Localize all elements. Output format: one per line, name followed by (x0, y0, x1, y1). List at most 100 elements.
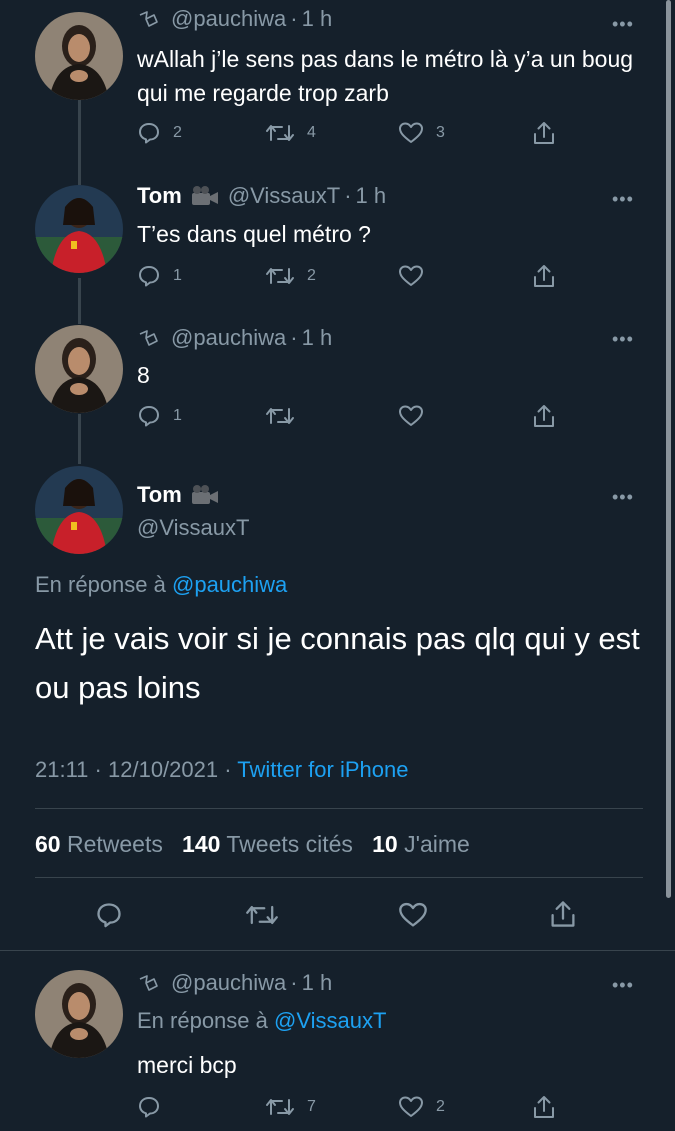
tweet-text: merci bcp (137, 1052, 237, 1078)
timestamp[interactable]: 1 h (302, 6, 333, 32)
more-options-icon[interactable]: ••• (612, 329, 634, 350)
tweet-header: @pauchiwa · 1 h (137, 6, 332, 32)
tweet-timestamp-row: 21:11 · 12/10/2021 · Twitter for iPhone (35, 757, 409, 782)
share-icon (534, 405, 554, 427)
reply-button[interactable]: 1 (137, 404, 182, 428)
like-count: 2 (436, 1098, 445, 1115)
reply-button[interactable]: 1 (137, 264, 182, 288)
lock-icon (137, 328, 161, 348)
retweet-count: 2 (307, 267, 316, 284)
avatar[interactable] (35, 185, 123, 273)
avatar[interactable] (35, 466, 123, 554)
handle[interactable]: @VissauxT (228, 183, 340, 209)
like-button[interactable]: 3 (398, 121, 445, 145)
avatar[interactable] (35, 325, 123, 413)
quotes-stat[interactable]: 140 Tweets cités (182, 831, 353, 857)
retweet-button[interactable]: 2 (265, 264, 316, 288)
avatar[interactable] (35, 970, 123, 1058)
lock-icon (137, 973, 161, 993)
timestamp[interactable]: 1 h (302, 970, 333, 996)
like-button[interactable]: 2 (398, 1095, 445, 1119)
more-options-icon[interactable]: ••• (612, 14, 634, 35)
share-button[interactable] (532, 1094, 556, 1120)
more-options-icon[interactable]: ••• (612, 189, 634, 210)
retweet-icon (266, 125, 294, 141)
tweet-text: 8 (137, 362, 150, 388)
engagement-stats: 60 Retweets 140 Tweets cités 10 J'aime (35, 831, 470, 858)
handle[interactable]: @pauchiwa (171, 970, 286, 996)
divider (35, 808, 643, 809)
heart-icon (399, 122, 423, 143)
tweet-date: 12/10/2021 (108, 757, 219, 782)
lock-icon (137, 9, 161, 29)
share-icon (534, 122, 554, 144)
tweet-text: wAllah j’le sens pas dans le métro là y’… (137, 46, 634, 106)
reply-prefix: En réponse à (137, 1008, 268, 1033)
timestamp[interactable]: 1 h (302, 325, 333, 351)
handle[interactable]: @pauchiwa (171, 325, 286, 351)
more-options-icon[interactable]: ••• (612, 487, 634, 508)
reply-icon (97, 903, 121, 928)
display-name[interactable]: Tom (137, 482, 182, 508)
scrollbar[interactable] (666, 0, 671, 898)
author-name-row: Tom (137, 482, 228, 508)
display-name[interactable]: Tom (137, 183, 182, 209)
retweet-button[interactable]: 7 (265, 1095, 316, 1119)
author-handle[interactable]: @VissauxT (137, 515, 249, 541)
tweet-text: T’es dans quel métro ? (137, 221, 371, 247)
share-icon (534, 265, 554, 287)
share-button[interactable] (532, 263, 556, 289)
retweet-icon (266, 1099, 294, 1115)
retweet-button[interactable]: 4 (265, 121, 316, 145)
heart-icon (399, 405, 423, 426)
reply-to-link[interactable]: @VissauxT (274, 1008, 386, 1033)
thread-line (78, 414, 81, 464)
like-button[interactable] (398, 264, 436, 288)
reply-icon (139, 406, 159, 427)
share-icon (534, 1096, 554, 1118)
retweets-stat[interactable]: 60 Retweets (35, 831, 163, 857)
like-count: 3 (436, 124, 445, 141)
heart-icon (399, 902, 427, 927)
tweet-header: @pauchiwa · 1 h (137, 970, 332, 996)
likes-stat[interactable]: 10 J'aime (372, 831, 470, 857)
main-reply-button[interactable] (95, 901, 123, 929)
main-like-button[interactable] (398, 901, 428, 929)
movie-camera-icon (190, 483, 220, 507)
handle[interactable]: @pauchiwa (171, 6, 286, 32)
reply-icon (139, 266, 159, 287)
tweet-header: Tom @VissauxT · 1 h (137, 183, 387, 209)
timestamp[interactable]: 1 h (356, 183, 387, 209)
heart-icon (399, 1096, 423, 1117)
reply-context: En réponse à @pauchiwa (35, 572, 287, 598)
share-button[interactable] (532, 120, 556, 146)
more-options-icon[interactable]: ••• (612, 975, 634, 996)
tweet-time: 21:11 (35, 757, 89, 782)
reply-count: 1 (173, 407, 182, 424)
reply-icon (139, 123, 159, 144)
tweet-source-link[interactable]: Twitter for iPhone (237, 757, 408, 782)
tweet-header: @pauchiwa · 1 h (137, 325, 332, 351)
reply-count: 2 (173, 124, 182, 141)
like-button[interactable] (398, 404, 436, 428)
retweet-button[interactable] (265, 404, 307, 428)
reply-button[interactable] (137, 1095, 173, 1119)
divider (35, 877, 643, 878)
divider (0, 950, 675, 951)
reply-icon (139, 1097, 159, 1118)
reply-prefix: En réponse à (35, 572, 166, 597)
share-button[interactable] (532, 403, 556, 429)
reply-to-link[interactable]: @pauchiwa (172, 572, 287, 597)
retweet-count: 7 (307, 1098, 316, 1115)
avatar[interactable] (35, 12, 123, 100)
reply-context: En réponse à @VissauxT (137, 1008, 386, 1034)
main-retweet-button[interactable] (245, 901, 279, 929)
thread-line (78, 100, 81, 185)
reply-button[interactable]: 2 (137, 121, 182, 145)
retweet-count: 4 (307, 124, 316, 141)
retweet-icon (266, 408, 294, 424)
heart-icon (399, 265, 423, 286)
main-share-button[interactable] (549, 899, 577, 929)
retweet-icon (246, 905, 278, 925)
thread-line (78, 278, 81, 324)
